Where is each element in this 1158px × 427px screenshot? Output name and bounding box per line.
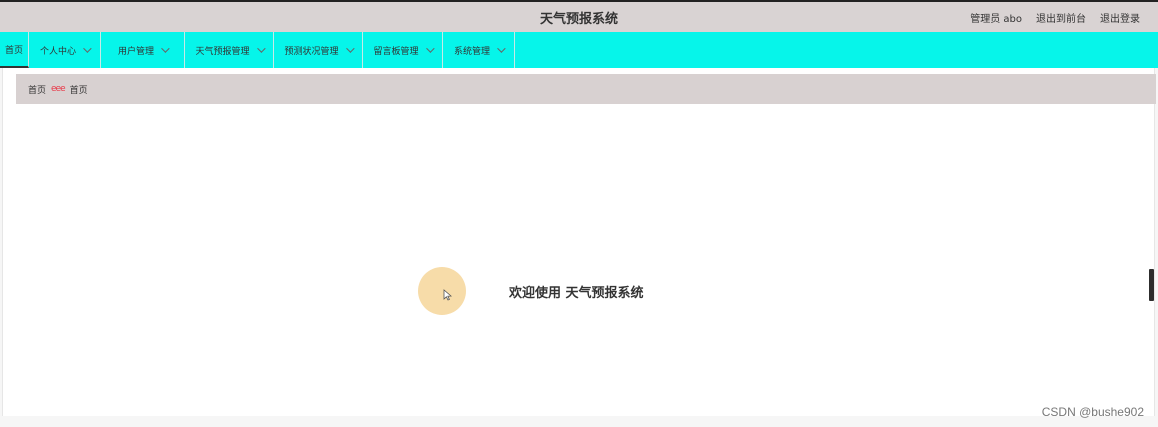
top-header: 天气预报系统 管理员 abo 退出到前台 退出登录 (0, 0, 1158, 32)
chevron-down-icon (256, 44, 266, 53)
nav-item-home[interactable]: 首页 (0, 32, 29, 68)
breadcrumb-home[interactable]: 首页 (28, 83, 46, 96)
nav-label: 首页 (4, 45, 23, 56)
nav-label: 个人中心 (39, 46, 76, 57)
scrollbar-thumb[interactable] (1149, 269, 1154, 301)
welcome-message: 欢迎使用 天气预报系统 (509, 285, 644, 301)
chevron-down-icon (83, 44, 92, 53)
nav-item-user-management[interactable]: 用户管理 (101, 32, 185, 68)
chevron-down-icon (161, 44, 170, 53)
main-content: 首页 eee 首页 欢迎使用 天气预报系统 (2, 68, 1156, 416)
main-nav: 首页 个人中心 用户管理 天气预报管理 预测状况管理 留言板管理 系统管理 (0, 32, 1158, 68)
breadcrumb-current: 首页 (69, 85, 88, 96)
nav-label: 用户管理 (117, 46, 154, 57)
nav-label: 预测状况管理 (284, 46, 339, 57)
back-to-front-link[interactable]: 退出到前台 (1036, 10, 1086, 25)
chevron-down-icon (345, 44, 355, 53)
nav-label: 留言板管理 (373, 46, 419, 57)
nav-item-prediction-management[interactable]: 预测状况管理 (274, 32, 363, 68)
chevron-down-icon (425, 44, 435, 53)
nav-item-forecast-management[interactable]: 天气预报管理 (185, 32, 274, 68)
nav-item-system-management[interactable]: 系统管理 (443, 32, 515, 68)
logout-link[interactable]: 退出登录 (1100, 10, 1140, 25)
welcome-section: 欢迎使用 天气预报系统 (418, 267, 644, 315)
nav-item-message-board-management[interactable]: 留言板管理 (363, 32, 443, 68)
breadcrumb-separator: eee (51, 84, 66, 94)
breadcrumb: 首页 eee 首页 (16, 74, 1156, 104)
mouse-cursor-icon (443, 289, 452, 301)
nav-item-personal-center[interactable]: 个人中心 (29, 32, 101, 68)
admin-user-label[interactable]: 管理员 abo (970, 10, 1022, 25)
chevron-down-icon (497, 44, 506, 53)
cursor-highlight (418, 267, 466, 315)
watermark: CSDN @bushe902 (1041, 405, 1144, 419)
header-actions: 管理员 abo 退出到前台 退出登录 (970, 10, 1140, 25)
nav-label: 天气预报管理 (195, 46, 250, 57)
nav-label: 系统管理 (453, 46, 490, 57)
